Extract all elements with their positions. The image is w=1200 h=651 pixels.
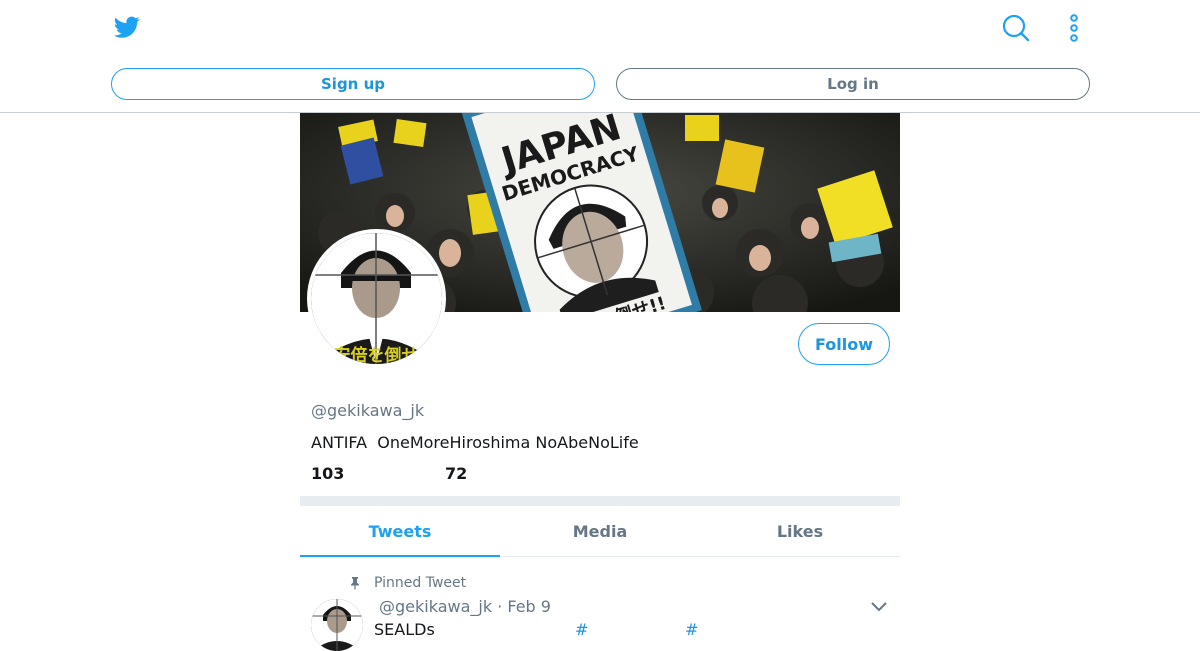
search-icon[interactable] <box>1001 13 1031 43</box>
pin-icon <box>351 577 359 590</box>
section-divider <box>300 496 900 506</box>
sign-up-button[interactable]: Sign up <box>111 68 595 100</box>
chevron-down-icon[interactable] <box>870 598 888 614</box>
follow-button[interactable]: Follow <box>798 323 890 365</box>
following-count[interactable]: 103 <box>311 464 344 483</box>
avatar-caption: 安倍を倒せ <box>334 345 419 364</box>
tab-tweets[interactable]: Tweets <box>300 506 500 557</box>
twitter-bird-icon[interactable] <box>113 14 141 40</box>
tab-likes[interactable]: Likes <box>700 506 900 556</box>
profile-bio: ANTIFA OneMoreHiroshima NoAbeNoLife <box>311 433 639 452</box>
profile-handle[interactable]: @gekikawa_jk <box>311 401 424 420</box>
tweet-author-and-date[interactable]: @gekikawa_jk · Feb 9 <box>379 597 551 616</box>
followers-count[interactable]: 72 <box>445 464 467 483</box>
avatar-photo: 安倍を倒せ <box>311 233 442 364</box>
tweet-avatar-photo <box>311 599 363 651</box>
profile-avatar[interactable]: 安倍を倒せ <box>307 229 446 368</box>
top-navigation-bar: Sign up Log in <box>0 0 1200 113</box>
log-in-button[interactable]: Log in <box>616 68 1090 100</box>
pinned-tweet-label: Pinned Tweet <box>374 575 467 591</box>
profile-tabs: Tweets Media Likes <box>300 506 900 557</box>
more-vertical-icon[interactable] <box>1064 13 1084 43</box>
tweet-avatar[interactable] <box>311 599 363 651</box>
tab-media[interactable]: Media <box>500 506 700 556</box>
